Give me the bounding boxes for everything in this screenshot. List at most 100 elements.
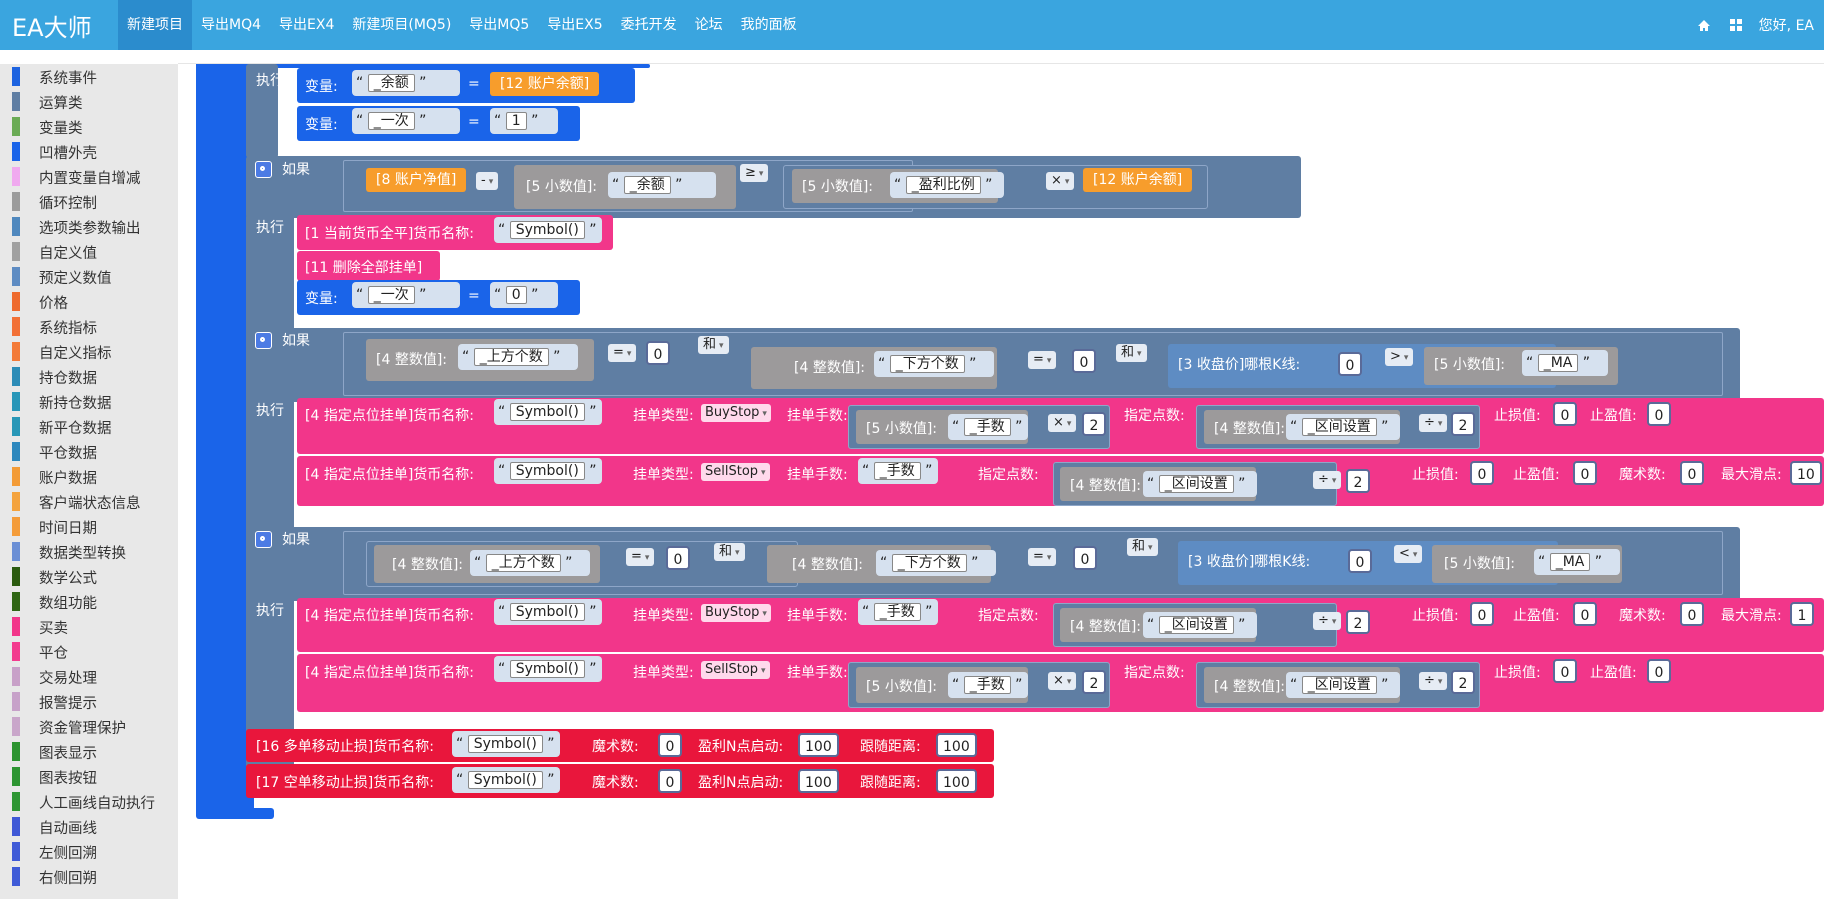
string-lots-2[interactable]: “ _手数 ”	[858, 458, 938, 484]
category-item[interactable]: 系统指标	[0, 314, 178, 339]
home-icon[interactable]	[1695, 16, 1713, 34]
category-item[interactable]: 人工画线自动执行	[0, 789, 178, 814]
num-trail-magic-1[interactable]: 0	[658, 733, 682, 757]
string-var-balance[interactable]: “ _余额 ”	[352, 70, 460, 96]
category-item[interactable]: 时间日期	[0, 514, 178, 539]
category-item[interactable]: 图表按钮	[0, 764, 178, 789]
acct-balance-block-1[interactable]: [12 账户余额]	[490, 72, 600, 96]
grid-icon[interactable]	[1727, 16, 1745, 34]
string-symbol-7[interactable]: “ Symbol() ”	[452, 767, 560, 793]
string-profit-ratio[interactable]: “ _盈利比例 ”	[890, 172, 1004, 198]
op-div-1[interactable]: ÷ ▾	[1419, 414, 1448, 432]
category-item[interactable]: 右侧回朔	[0, 864, 178, 889]
num-2-d[interactable]: 2	[1346, 610, 1370, 634]
op-eq-2[interactable]: = ▾	[1028, 351, 1057, 369]
category-item[interactable]: 自定义值	[0, 239, 178, 264]
op-div-3[interactable]: ÷ ▾	[1313, 612, 1342, 630]
category-item[interactable]: 平仓	[0, 639, 178, 664]
num-trail-dist-2[interactable]: 100	[936, 769, 977, 793]
string-var-once[interactable]: “ _一次 ”	[352, 108, 460, 134]
string-ma-1[interactable]: “ _MA ”	[1522, 350, 1608, 376]
string-up-count[interactable]: “ _上方个数 ”	[458, 344, 578, 370]
nav-new-project[interactable]: 新建项目	[118, 0, 192, 50]
string-ma-2[interactable]: “ _MA ”	[1534, 549, 1620, 575]
category-item[interactable]: 客户端状态信息	[0, 489, 178, 514]
category-item[interactable]: 图表显示	[0, 739, 178, 764]
category-item[interactable]: 内置变量自增减	[0, 164, 178, 189]
string-range-1[interactable]: “ _区间设置 ”	[1286, 414, 1400, 440]
if2-gear-icon[interactable]	[255, 332, 272, 349]
nav-new-project-mq5[interactable]: 新建项目(MQ5)	[343, 0, 460, 50]
num-0-c[interactable]: 0	[1338, 352, 1362, 376]
acct-equity-block[interactable]: [8 账户净值]	[366, 168, 467, 192]
string-symbol-5[interactable]: “ Symbol() ”	[494, 656, 602, 682]
op-div-2[interactable]: ÷ ▾	[1313, 471, 1342, 489]
num-slippage-1[interactable]: 10	[1790, 461, 1822, 485]
nav-export-mq5[interactable]: 导出MQ5	[460, 0, 538, 50]
category-item[interactable]: 报警提示	[0, 689, 178, 714]
category-item[interactable]: 运算类	[0, 89, 178, 114]
num-sl-2[interactable]: 0	[1470, 461, 1494, 485]
string-up-count-2[interactable]: “ _上方个数 ”	[470, 550, 590, 576]
num-2-f[interactable]: 2	[1451, 670, 1475, 694]
category-item[interactable]: 左侧回溯	[0, 839, 178, 864]
string-range-4[interactable]: “ _区间设置 ”	[1286, 672, 1400, 698]
nav-forum[interactable]: 论坛	[686, 0, 732, 50]
category-item[interactable]: 数组功能	[0, 589, 178, 614]
string-val-0[interactable]: “ 0 ”	[490, 282, 558, 308]
num-trail-start-1[interactable]: 100	[798, 733, 839, 757]
string-symbol-3[interactable]: “ Symbol() ”	[494, 458, 602, 484]
op-minus-1[interactable]: - ▾	[476, 172, 499, 190]
category-item[interactable]: 循环控制	[0, 189, 178, 214]
num-sl-3[interactable]: 0	[1470, 602, 1494, 626]
num-tp-2[interactable]: 0	[1573, 461, 1597, 485]
string-symbol-6[interactable]: “ Symbol() ”	[452, 731, 560, 757]
category-item[interactable]: 变量类	[0, 114, 178, 139]
category-item[interactable]: 持仓数据	[0, 364, 178, 389]
string-val-1[interactable]: “ 1 ”	[490, 108, 558, 134]
category-item[interactable]: 账户数据	[0, 464, 178, 489]
order-type-select-2[interactable]: SellStop ▾	[701, 463, 770, 481]
num-0-a[interactable]: 0	[646, 341, 670, 365]
and-1[interactable]: 和 ▾	[698, 336, 729, 354]
user-greeting[interactable]: 您好, EA	[1759, 15, 1814, 35]
nav-commission[interactable]: 委托开发	[612, 0, 686, 50]
category-item[interactable]: 系统事件	[0, 64, 178, 89]
and-2[interactable]: 和 ▾	[1116, 344, 1147, 362]
num-0-f[interactable]: 0	[1348, 549, 1372, 573]
category-item[interactable]: 数学公式	[0, 564, 178, 589]
category-item[interactable]: 凹槽外壳	[0, 139, 178, 164]
category-item[interactable]: 数据类型转换	[0, 539, 178, 564]
num-tp-4[interactable]: 0	[1647, 659, 1671, 683]
category-item[interactable]: 预定义数值	[0, 264, 178, 289]
string-range-2[interactable]: “ _区间设置 ”	[1143, 471, 1257, 497]
num-sl-1[interactable]: 0	[1553, 402, 1577, 426]
num-2-e[interactable]: 2	[1082, 670, 1106, 694]
num-tp-3[interactable]: 0	[1573, 602, 1597, 626]
num-0-d[interactable]: 0	[666, 546, 690, 570]
category-item[interactable]: 平仓数据	[0, 439, 178, 464]
nav-my-panel[interactable]: 我的面板	[732, 0, 806, 50]
nav-export-mq4[interactable]: 导出MQ4	[192, 0, 270, 50]
category-item[interactable]: 新平仓数据	[0, 414, 178, 439]
num-trail-dist-1[interactable]: 100	[936, 733, 977, 757]
category-item[interactable]: 新持仓数据	[0, 389, 178, 414]
op-eq-3[interactable]: = ▾	[626, 548, 655, 566]
blockly-workspace[interactable]: 执行 变量: “ _余额 ” = [12 账户余额] 变量: “ _一次 ” =…	[178, 64, 1824, 899]
num-trail-magic-2[interactable]: 0	[658, 769, 682, 793]
string-lots-4[interactable]: “ _手数 ”	[948, 672, 1028, 698]
string-range-3[interactable]: “ _区间设置 ”	[1143, 612, 1257, 638]
order-type-select-4[interactable]: SellStop ▾	[701, 661, 770, 679]
category-item[interactable]: 买卖	[0, 614, 178, 639]
num-sl-4[interactable]: 0	[1553, 659, 1577, 683]
string-down-count[interactable]: “ _下方个数 ”	[874, 351, 994, 377]
nav-export-ex5[interactable]: 导出EX5	[538, 0, 611, 50]
op-lt[interactable]: < ▾	[1394, 545, 1423, 563]
category-item[interactable]: 自动画线	[0, 814, 178, 839]
string-down-count-2[interactable]: “ _下方个数 ”	[876, 550, 996, 576]
op-ge[interactable]: ≥ ▾	[740, 164, 769, 182]
op-gt[interactable]: > ▾	[1385, 348, 1414, 366]
string-symbol-1[interactable]: “ Symbol() ”	[494, 217, 602, 243]
string-symbol-4[interactable]: “ Symbol() ”	[494, 599, 602, 625]
num-tp-1[interactable]: 0	[1647, 402, 1671, 426]
